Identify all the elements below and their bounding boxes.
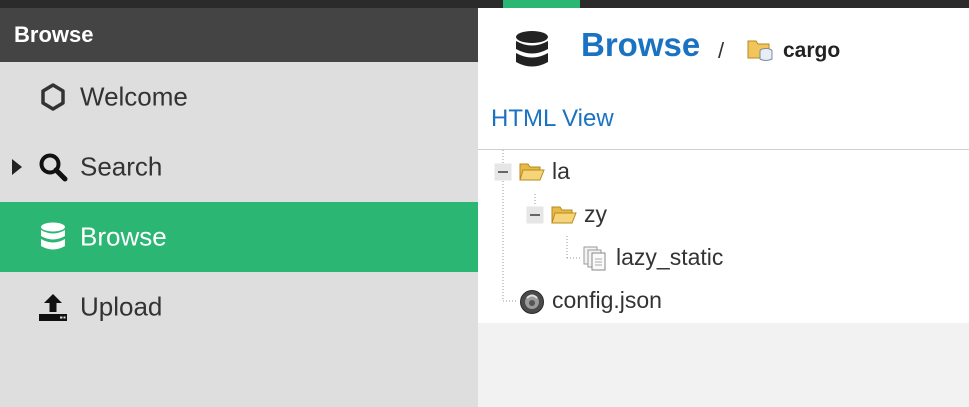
sidebar-item-label: Welcome [80,81,188,112]
html-view-link[interactable]: HTML View [491,105,614,133]
main-content: Browse / cargo HTML View la zy lazy_stat… [478,8,969,407]
sidebar-item-label: Browse [80,221,167,252]
json-file-icon [519,289,545,320]
tree-item-label[interactable]: zy [584,201,607,228]
top-tab-strip [0,0,969,8]
sidebar-item-upload[interactable]: Upload [0,272,478,342]
breadcrumb-current[interactable]: cargo [783,39,840,63]
sidebar-item-welcome[interactable]: Welcome [0,62,478,132]
database-icon [514,30,550,70]
sidebar: Browse Welcome Search Browse Upload [0,8,478,407]
file-stack-icon [583,246,609,277]
browse-panel: Browse / cargo HTML View la zy lazy_stat… [478,8,969,323]
sidebar-item-label: Search [80,151,163,182]
tree-item-label[interactable]: lazy_static [616,244,723,271]
upload-icon [38,292,68,322]
database-folder-icon [747,37,775,63]
sidebar-header: Browse [0,8,478,62]
open-folder-icon [551,204,577,231]
active-tab-indicator[interactable] [503,0,580,8]
sidebar-item-browse[interactable]: Browse [0,202,478,272]
hexagon-icon [38,82,68,112]
search-icon [38,152,68,182]
breadcrumb-separator: / [718,38,725,63]
tree-item-label[interactable]: config.json [552,287,662,314]
collapse-toggle-icon[interactable] [526,206,544,229]
tree-item-label[interactable]: la [552,158,570,185]
database-icon [38,222,68,252]
expand-caret-icon[interactable] [12,159,22,175]
collapse-toggle-icon[interactable] [494,163,512,186]
page-title: Browse [581,26,701,63]
open-folder-icon [519,161,545,188]
sidebar-item-search[interactable]: Search [0,132,478,202]
sidebar-item-label: Upload [80,291,163,322]
